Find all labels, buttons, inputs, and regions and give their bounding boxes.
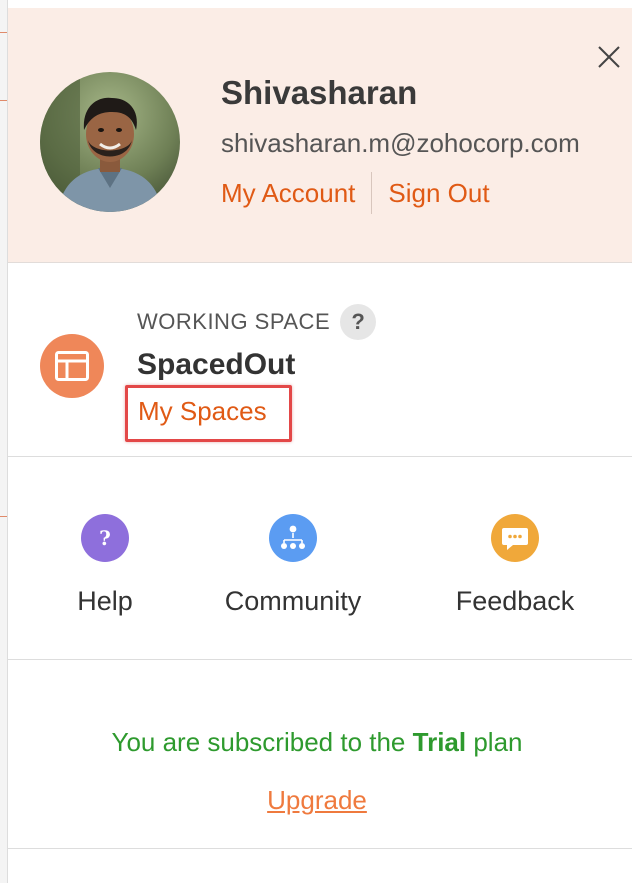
link-divider xyxy=(371,172,373,214)
close-button[interactable] xyxy=(596,44,622,70)
account-panel: Shivasharan shivasharan.m@zohocorp.com M… xyxy=(8,8,632,883)
svg-text:?: ? xyxy=(99,526,111,550)
my-spaces-link[interactable]: My Spaces xyxy=(138,396,267,427)
feedback-label: Feedback xyxy=(455,586,575,616)
profile-header: Shivasharan shivasharan.m@zohocorp.com M… xyxy=(8,8,632,263)
chat-bubble-icon xyxy=(491,514,539,562)
community-icon xyxy=(269,514,317,562)
community-label: Community xyxy=(224,586,362,616)
sign-out-link[interactable]: Sign Out xyxy=(388,178,489,209)
working-space-label-row: WORKING SPACE ? xyxy=(137,304,377,340)
feedback-action[interactable]: Feedback xyxy=(440,514,590,617)
help-label: Help xyxy=(77,586,133,616)
help-action[interactable]: ? Help xyxy=(50,514,160,617)
user-name: Shivasharan xyxy=(221,74,418,111)
avatar xyxy=(40,72,180,212)
subscription-status: You are subscribed to the Trial plan xyxy=(0,727,634,758)
background-mark xyxy=(0,32,7,33)
quick-actions: ? Help Community Feedback xyxy=(8,458,632,660)
working-space-name: SpacedOut xyxy=(137,348,296,381)
working-space-label: WORKING SPACE xyxy=(137,309,331,334)
subscription-suffix: plan xyxy=(466,727,523,757)
question-icon: ? xyxy=(81,514,129,562)
working-space-section: WORKING SPACE ? SpacedOut My Spaces xyxy=(8,264,632,457)
background-mark xyxy=(0,100,7,101)
community-action[interactable]: Community xyxy=(213,514,373,617)
upgrade-link[interactable]: Upgrade xyxy=(0,785,634,816)
account-links: My Account Sign Out xyxy=(221,172,490,214)
subscription-section: You are subscribed to the Trial plan Upg… xyxy=(8,661,632,849)
plan-name: Trial xyxy=(412,727,467,757)
working-space-help-icon[interactable]: ? xyxy=(340,304,377,340)
user-email: shivasharan.m@zohocorp.com xyxy=(221,128,580,158)
workspace-icon xyxy=(40,334,104,398)
background-mark xyxy=(0,516,7,517)
close-icon xyxy=(598,46,620,68)
subscription-prefix: You are subscribed to the xyxy=(111,727,413,757)
my-account-link[interactable]: My Account xyxy=(221,178,355,209)
